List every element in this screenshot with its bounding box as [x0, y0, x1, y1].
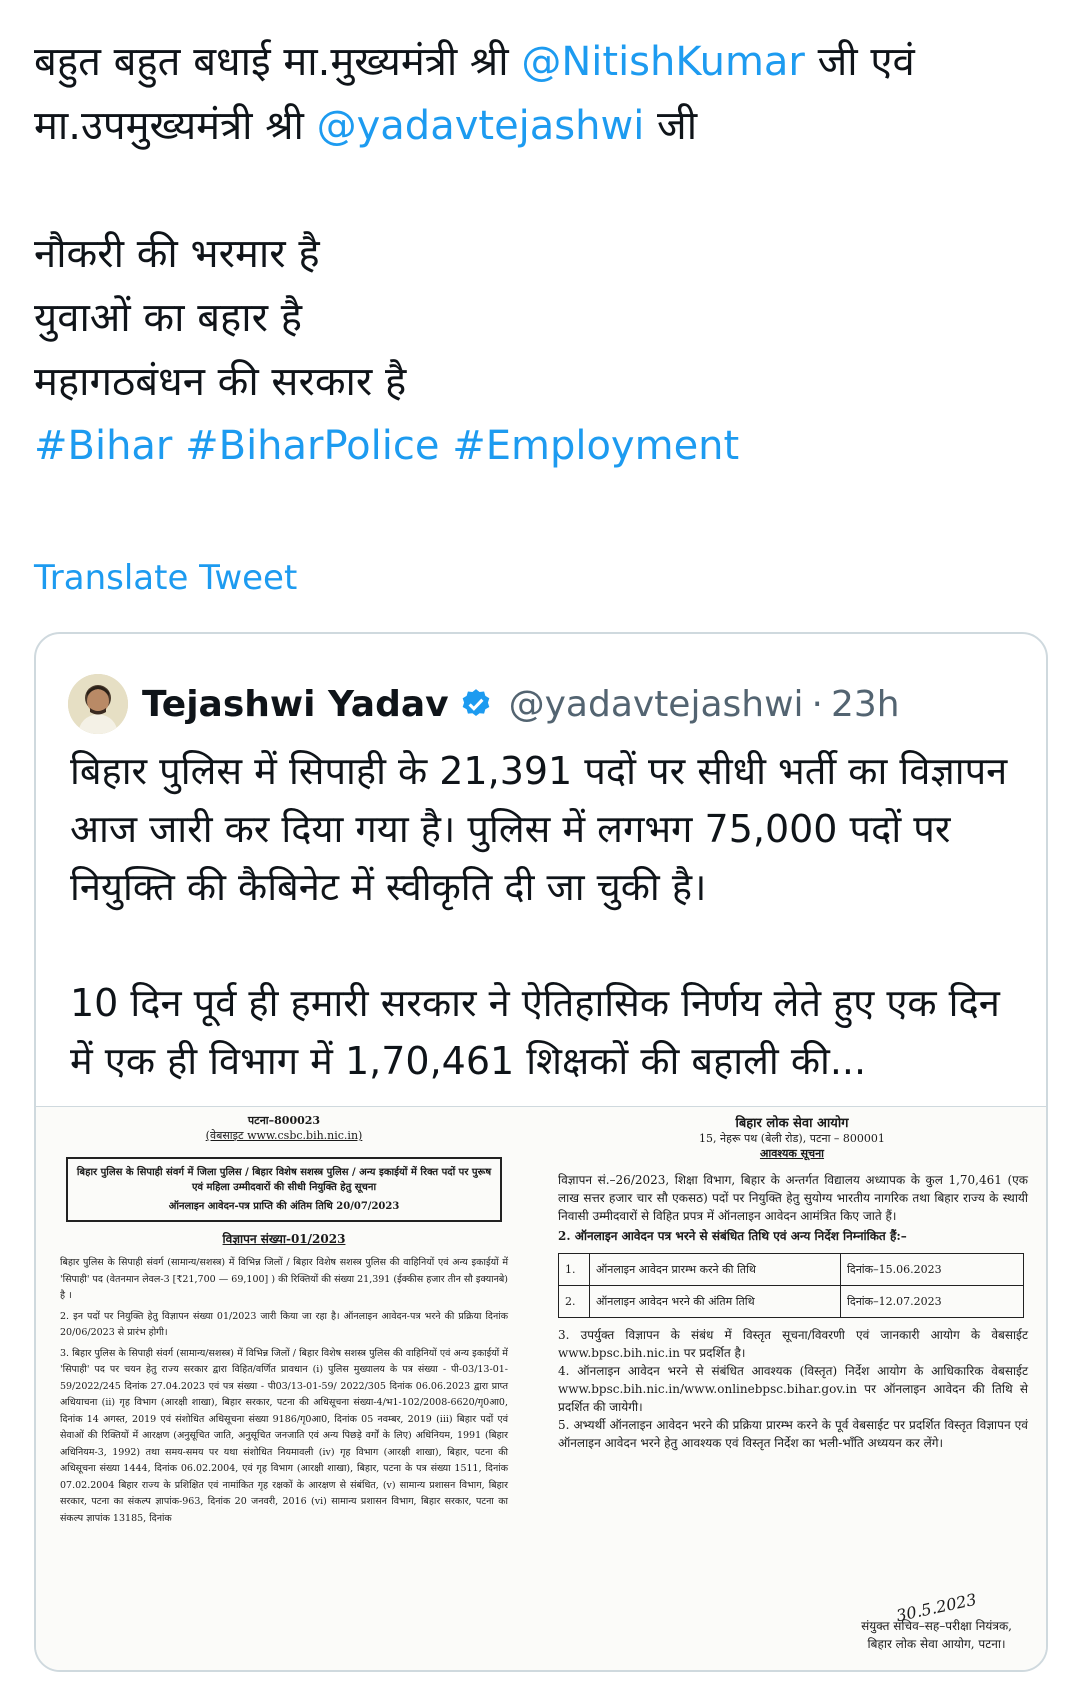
bpsc-para-3: 3. उपर्युक्त विज्ञापन के संबंध में विस्त… [558, 1328, 1028, 1360]
translate-tweet-link[interactable]: Translate Tweet [34, 558, 297, 598]
bpsc-para-4: 4. ऑनलाइन आवेदन भरने से संबंधित आवश्यक (… [558, 1364, 1028, 1414]
csbc-advertisement-title: विज्ञापन संख्या-01/2023 [222, 1232, 346, 1246]
table-cell: ऑनलाइन आवेदन भरने की अंतिम तिथि [589, 1285, 841, 1318]
bpsc-dates-table: 1. ऑनलाइन आवेदन प्रारम्भ करने की तिथि दि… [558, 1253, 1024, 1318]
table-cell: 1. [558, 1253, 590, 1286]
bpsc-para-5: 5. अभ्यर्थी ऑनलाइन आवेदन भरने की प्रक्रि… [558, 1418, 1028, 1450]
quoted-author-name[interactable]: Tejashwi Yadav [142, 684, 449, 725]
quoted-tweet-time[interactable]: 23h [831, 684, 900, 725]
quoted-paragraph-1: बिहार पुलिस में सिपाही के 21,391 पदों पर… [70, 749, 1008, 909]
table-row: 1. ऑनलाइन आवेदन प्रारम्भ करने की तिथि दि… [558, 1253, 1024, 1286]
tweet-line-1: बहुत बहुत बधाई मा.मुख्यमंत्री श्री @Niti… [34, 30, 1044, 94]
tweet-line-2: मा.उपमुख्यमंत्री श्री @yadavtejashwi जी [34, 94, 1044, 158]
bpsc-address: 15, नेहरू पथ (बेली रोड), पटना – 800001 [699, 1132, 885, 1145]
mention-yadavtejashwi[interactable]: @yadavtejashwi [317, 103, 645, 149]
bpsc-org-name: बिहार लोक सेवा आयोग [735, 1116, 849, 1131]
csbc-box-deadline: ऑनलाइन आवेदन-पत्र प्राप्ति की अंतिम तिथि… [168, 1201, 400, 1212]
hashtags: #Bihar #BiharPolice #Employment [34, 414, 1044, 478]
bpsc-para-1: विज्ञापन सं.–26/2023, शिक्षा विभाग, बिहा… [558, 1173, 1028, 1223]
bpsc-para-2: 2. ऑनलाइन आवेदन पत्र भरने से संबंधित तिथ… [558, 1229, 907, 1243]
quoted-tweet-header: Tejashwi Yadav @yadavtejashwi · 23h [68, 674, 900, 734]
tweet-line-2-suffix: जी [644, 103, 698, 149]
csbc-para-2: 2. इन पदों पर नियुक्ति हेतु विज्ञापन संख… [60, 1310, 508, 1339]
csbc-header-website: (वेबसाइट www.csbc.bih.nic.in) [205, 1129, 363, 1142]
separator-dot: · [811, 683, 823, 725]
table-cell: दिनांक–12.07.2023 [840, 1285, 1024, 1318]
bpsc-notice-image[interactable]: बिहार लोक सेवा आयोग 15, नेहरू पथ (बेली र… [538, 1107, 1046, 1670]
hashtag-bihar[interactable]: #Bihar [34, 423, 172, 469]
quoted-author-handle[interactable]: @yadavtejashwi [509, 684, 804, 725]
hashtag-employment[interactable]: #Employment [452, 423, 739, 469]
tweet-line-2-text: मा.उपमुख्यमंत्री श्री [34, 103, 317, 149]
poem-line-3: महागठबंधन की सरकार है [34, 359, 407, 405]
avatar[interactable] [68, 674, 128, 734]
quoted-paragraph-2: 10 दिन पूर्व ही हमारी सरकार ने ऐतिहासिक … [70, 981, 1000, 1083]
table-cell: 2. [558, 1285, 590, 1318]
table-cell: ऑनलाइन आवेदन प्रारम्भ करने की तिथि [589, 1253, 841, 1286]
csbc-header-city: पटना–800023 [247, 1114, 321, 1127]
csbc-para-1: बिहार पुलिस के सिपाही संवर्ग (सामान्य/सश… [60, 1257, 508, 1301]
csbc-para-3: 3. बिहार पुलिस के सिपाही संवर्ग (सामान्य… [60, 1347, 508, 1524]
poem-line-2: युवाओं का बहार है [34, 295, 302, 341]
verified-badge-icon [462, 689, 489, 717]
table-cell: दिनांक–15.06.2023 [840, 1253, 1024, 1286]
tweet-line-1-text: बहुत बहुत बधाई मा.मुख्यमंत्री श्री [34, 39, 522, 85]
poem-line-1: नौकरी की भरमार है [34, 231, 320, 277]
tweet-line-1-suffix: जी एवं [804, 39, 915, 85]
quoted-tweet-images[interactable]: पटना–800023 (वेबसाइट www.csbc.bih.nic.in… [36, 1106, 1046, 1670]
csbc-notice-box: बिहार पुलिस के सिपाही संवर्ग में जिला पु… [66, 1157, 502, 1222]
bpsc-signature-block: 30.5.2023 संयुक्त सचिव–सह–परीक्षा नियंत्… [861, 1590, 1012, 1653]
bpsc-notice-title: आवश्यक सूचना [759, 1147, 825, 1160]
quoted-tweet-text: बिहार पुलिस में सिपाही के 21,391 पदों पर… [70, 742, 1020, 1090]
csbc-box-text: बिहार पुलिस के सिपाही संवर्ग में जिला पु… [76, 1167, 492, 1193]
table-row: 2. ऑनलाइन आवेदन भरने की अंतिम तिथि दिनां… [558, 1285, 1024, 1318]
bpsc-signatory-org: बिहार लोक सेवा आयोग, पटना। [867, 1637, 1006, 1651]
hashtag-biharpolice[interactable]: #BiharPolice [185, 423, 439, 469]
csbc-advertisement-image[interactable]: पटना–800023 (वेबसाइट www.csbc.bih.nic.in… [36, 1107, 532, 1670]
tweet-text: बहुत बहुत बधाई मा.मुख्यमंत्री श्री @Niti… [34, 30, 1044, 478]
mention-nitishkumar[interactable]: @NitishKumar [521, 39, 805, 85]
quoted-tweet-card[interactable]: Tejashwi Yadav @yadavtejashwi · 23h बिहा… [34, 632, 1048, 1672]
